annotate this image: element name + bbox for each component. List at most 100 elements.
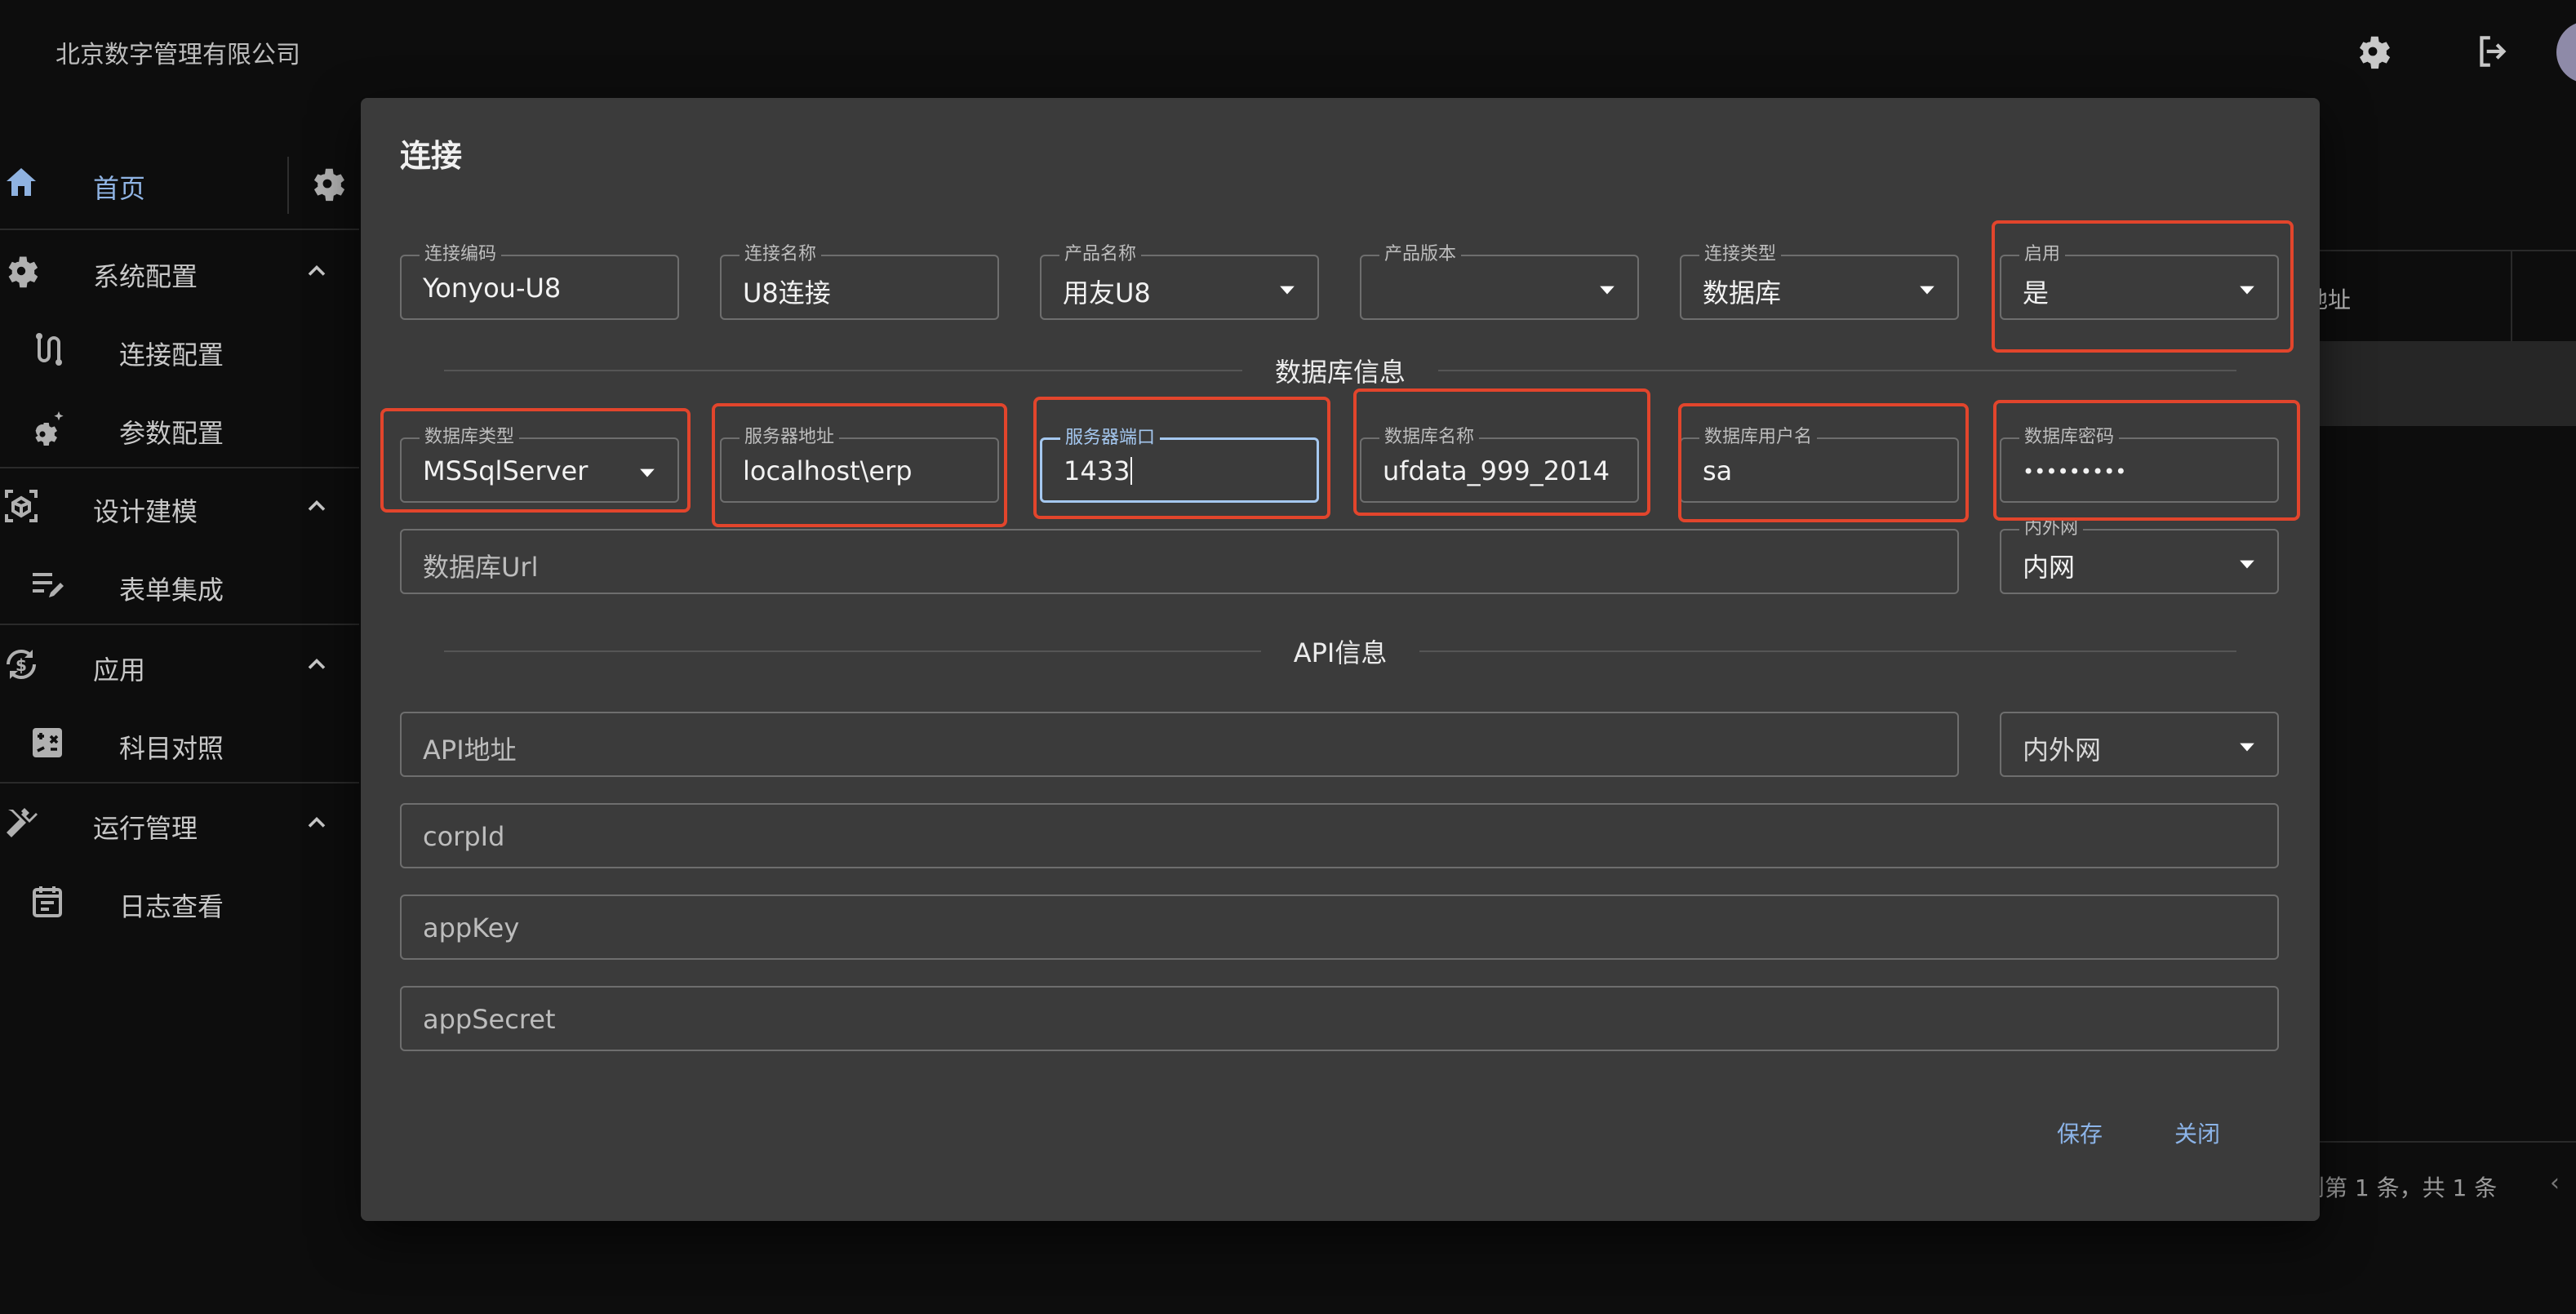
sidebar-item-connection-config[interactable]: 连接配置 <box>0 310 356 388</box>
sidebar-group-system-config[interactable]: 系统配置 <box>0 232 356 310</box>
connection-name-field[interactable]: 连接名称 U8连接 <box>720 243 999 320</box>
svg-text:$: $ <box>16 655 27 675</box>
dropdown-caret-icon <box>2238 555 2256 573</box>
chevron-up-icon[interactable] <box>302 650 331 679</box>
sidebar-item-account-mapping[interactable]: 科目对照 <box>0 704 356 782</box>
enabled-select[interactable]: 启用 是 <box>2000 243 2279 320</box>
sidebar-group-label: 运行管理 <box>93 813 198 844</box>
settings-icon[interactable] <box>2352 31 2393 72</box>
sidebar-item-label: 日志查看 <box>119 891 224 922</box>
sidebar-group-application[interactable]: $ 应用 <box>0 625 356 704</box>
logout-icon[interactable] <box>2473 31 2514 72</box>
field-value: 1433 <box>1064 455 1130 486</box>
dropdown-caret-icon <box>1598 281 1616 299</box>
edit-list-icon <box>28 565 67 604</box>
chevron-left-icon[interactable]: ‹ <box>2550 1169 2560 1197</box>
product-version-select[interactable]: 产品版本 <box>1360 243 1639 320</box>
sidebar-group-design-modeling[interactable]: 设计建模 <box>0 467 356 545</box>
field-label: 连接类型 <box>1699 243 1782 266</box>
avatar[interactable] <box>2556 21 2576 83</box>
database-name-field[interactable]: 数据库名称 ufdata_999_2014 <box>1360 426 1639 503</box>
table-border <box>2310 1141 2576 1143</box>
sidebar-item-form-integration[interactable]: 表单集成 <box>0 545 356 624</box>
connection-code-field[interactable]: 连接编码 Yonyou-U8 <box>400 243 679 320</box>
sidebar-group-label: 应用 <box>93 655 146 686</box>
divider <box>1419 650 2237 652</box>
save-button[interactable]: 保存 <box>2045 1110 2114 1156</box>
sidebar-item-label: 科目对照 <box>119 733 224 764</box>
dropdown-caret-icon <box>2238 738 2256 756</box>
field-label: 数据库名称 <box>1379 426 1480 449</box>
tools-icon <box>2 803 41 842</box>
field-placeholder: appSecret <box>423 1004 556 1035</box>
api-url-field[interactable]: API地址 <box>400 712 1959 777</box>
section-title: 数据库信息 <box>1275 357 1406 388</box>
close-button[interactable]: 关闭 <box>2163 1110 2232 1156</box>
divider <box>444 650 1261 652</box>
table-border <box>2310 250 2576 251</box>
sidebar-item-log-viewer[interactable]: 日志查看 <box>0 862 356 940</box>
section-title: API信息 <box>1293 637 1388 668</box>
field-label: 服务器端口 <box>1060 427 1161 450</box>
field-value: sa <box>1703 455 1733 486</box>
field-label: 产品名称 <box>1059 243 1142 266</box>
sidebar-item-label: 连接配置 <box>119 340 224 371</box>
divider <box>0 229 359 230</box>
field-value: ••••••••• <box>2023 460 2127 483</box>
field-value: 内外网 <box>2023 735 2102 766</box>
field-value: Yonyou-U8 <box>423 273 562 304</box>
field-label: 数据库类型 <box>420 426 520 449</box>
field-label: 内外网 <box>2019 517 2084 540</box>
sidebar-group-operations[interactable]: 运行管理 <box>0 784 356 862</box>
dropdown-caret-icon <box>638 464 656 482</box>
calculator-icon <box>28 723 67 762</box>
field-value: U8连接 <box>743 277 831 309</box>
corp-id-field[interactable]: corpId <box>400 803 2279 868</box>
field-value-wrapper: 1433 <box>1064 455 1268 486</box>
field-label: 数据库密码 <box>2019 426 2120 449</box>
calendar-icon <box>28 881 67 921</box>
field-value: ufdata_999_2014 <box>1383 455 1610 486</box>
chevron-up-icon[interactable] <box>302 256 331 286</box>
network-type-select[interactable]: 内外网 内网 <box>2000 517 2279 594</box>
connection-type-select[interactable]: 连接类型 数据库 <box>1680 243 1959 320</box>
app-key-field[interactable]: appKey <box>400 894 2279 960</box>
divider <box>287 157 289 214</box>
chevron-up-icon[interactable] <box>302 491 331 521</box>
database-password-field[interactable]: 数据库密码 ••••••••• <box>2000 426 2279 503</box>
pagination-info: 到第 1 条，共 1 条 <box>2302 1174 2498 1201</box>
dropdown-caret-icon <box>1918 281 1936 299</box>
database-url-field[interactable]: 数据库Url <box>400 529 1959 594</box>
settings-sparkle-icon <box>28 408 67 447</box>
divider <box>1438 370 2237 371</box>
field-placeholder: appKey <box>423 912 520 943</box>
home-icon <box>2 163 41 202</box>
database-type-select[interactable]: 数据库类型 MSSqlServer <box>400 426 679 503</box>
server-port-field[interactable]: 服务器端口 1433 <box>1040 427 1319 503</box>
field-value: 内网 <box>2023 552 2076 583</box>
sidebar-item-home[interactable]: 首页 <box>0 144 356 222</box>
sidebar-item-label: 参数配置 <box>119 418 224 449</box>
sidebar-group-label: 设计建模 <box>93 496 198 527</box>
server-address-field[interactable]: 服务器地址 localhost\erp <box>720 426 999 503</box>
divider <box>444 370 1242 371</box>
api-network-select[interactable]: 内外网 <box>2000 712 2279 777</box>
table-row[interactable] <box>2310 341 2576 426</box>
field-value: 数据库 <box>1703 277 1782 309</box>
field-label: 数据库用户名 <box>1699 426 1818 449</box>
chevron-up-icon[interactable] <box>302 808 331 837</box>
text-cursor <box>1130 457 1133 485</box>
database-username-field[interactable]: 数据库用户名 sa <box>1680 426 1959 503</box>
app-secret-field[interactable]: appSecret <box>400 986 2279 1051</box>
sidebar-item-label: 表单集成 <box>119 575 224 606</box>
field-label: 连接名称 <box>739 243 822 266</box>
gear-icon[interactable] <box>307 163 348 204</box>
product-name-select[interactable]: 产品名称 用友U8 <box>1040 243 1319 320</box>
field-value: 是 <box>2023 277 2050 309</box>
field-label: 启用 <box>2019 243 2066 266</box>
field-value: 用友U8 <box>1063 277 1151 309</box>
sidebar-item-param-config[interactable]: 参数配置 <box>0 388 356 467</box>
field-value: localhost\erp <box>743 455 913 486</box>
field-label: 连接编码 <box>420 243 502 266</box>
field-value: MSSqlServer <box>423 455 588 486</box>
